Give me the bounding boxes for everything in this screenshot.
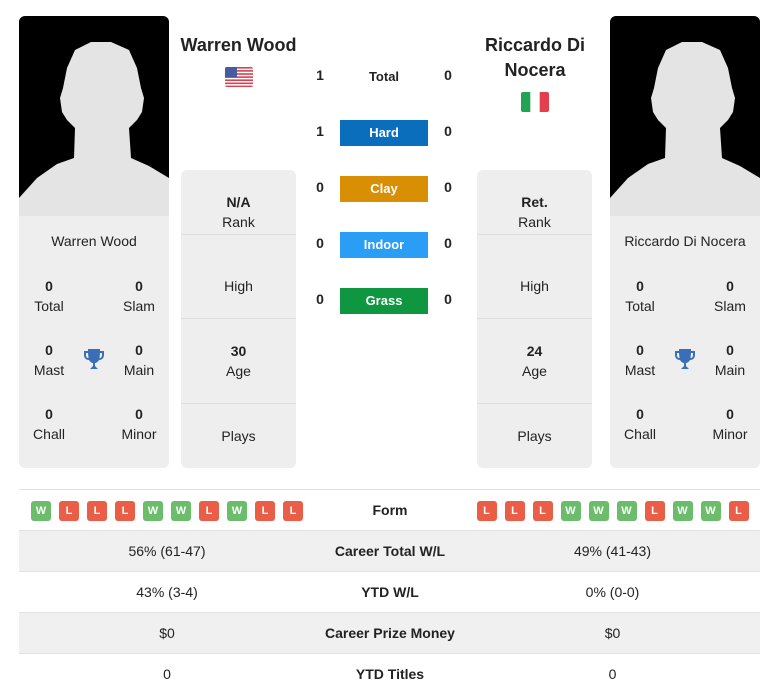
table-row-career-wl: 56% (61-47) Career Total W/L 49% (41-43) <box>19 530 760 571</box>
player1-name-link[interactable]: Warren Wood <box>175 33 302 58</box>
h2h-total-p2: 0 <box>444 67 452 83</box>
prize-money-label: Career Prize Money <box>325 625 455 641</box>
player2-age: 24 Age <box>477 319 592 404</box>
h2h-clay-p2: 0 <box>444 179 452 195</box>
player2-form-badge-win[interactable]: W <box>560 501 581 522</box>
player1-titles-chall: 0 Chall <box>33 406 65 442</box>
player1-prize-money: $0 <box>159 625 175 641</box>
ytd-titles-label: YTD Titles <box>355 666 425 682</box>
player2-form-badge-win[interactable]: W <box>672 501 693 522</box>
player1-form-badge-loss[interactable]: L <box>283 501 303 522</box>
player1-titles-total: 0 Total <box>34 278 64 314</box>
player1-titles-mast: 0 Mast <box>33 342 65 378</box>
player1-rank: N/A Rank <box>181 170 296 235</box>
surface-indoor-badge: Indoor <box>340 232 428 258</box>
player1-plays: Plays <box>221 428 256 444</box>
player2-form-badge-win[interactable]: W <box>616 501 637 522</box>
player2-photo <box>610 16 760 216</box>
player1-form-badge-loss[interactable]: L <box>59 501 79 522</box>
player2-form-badge-loss[interactable]: L <box>728 501 749 522</box>
silhouette-icon <box>610 42 760 216</box>
player2-card: Riccardo Di Nocera 0 Total 0 Slam 0 Mast… <box>610 16 760 468</box>
player2-career-wl: 49% (41-43) <box>573 543 652 559</box>
player2-form-badge-win[interactable]: W <box>588 501 609 522</box>
player2-rank: Ret. Rank <box>477 170 592 235</box>
player2-form-badge-loss[interactable]: L <box>504 501 525 522</box>
h2h-hard-p1: 1 <box>316 123 324 139</box>
player1-card-name: Warren Wood <box>51 233 137 249</box>
player2-form-badge-loss[interactable]: L <box>644 501 665 522</box>
form-row: WLLLWWLWLL Form LLLWWWLWWL <box>19 489 760 530</box>
trophy-icon <box>84 349 104 369</box>
player1-photo <box>19 16 169 216</box>
player1-form-badge-win[interactable]: W <box>143 501 163 522</box>
player1-ytd-titles: 0 <box>163 666 171 682</box>
italy-flag-icon <box>521 92 549 112</box>
player2-titles-minor: 0 Minor <box>712 406 748 442</box>
player2-titles-mast: 0 Mast <box>624 342 656 378</box>
form-label: Form <box>372 502 408 518</box>
table-row-ytd-titles: 0 YTD Titles 0 <box>19 653 760 694</box>
table-row-ytd-wl: 43% (3-4) YTD W/L 0% (0-0) <box>19 571 760 612</box>
player1-form-badge-loss[interactable]: L <box>115 501 135 522</box>
player1-career-wl: 56% (61-47) <box>128 543 206 559</box>
player1-info-panel: N/A Rank High 30 Age Plays <box>181 170 296 468</box>
usa-flag-icon <box>225 67 253 87</box>
trophy-icon <box>675 349 695 369</box>
player2-prize-money: $0 <box>604 625 621 641</box>
h2h-total-label: Total <box>368 69 400 84</box>
player1-titles-minor: 0 Minor <box>121 406 157 442</box>
h2h-grass-p1: 0 <box>316 291 324 307</box>
player2-plays: Plays <box>517 428 552 444</box>
player1-titles-slam: 0 Slam <box>123 278 155 314</box>
player1-form-badge-win[interactable]: W <box>227 501 247 522</box>
player2-name-link[interactable]: Riccardo Di Nocera <box>478 33 592 83</box>
player1-form: WLLLWWLWLL <box>19 490 315 531</box>
player2-ytd-wl: 0% (0-0) <box>585 584 640 600</box>
h2h-hard-p2: 0 <box>444 123 452 139</box>
surface-hard-badge: Hard <box>340 120 428 146</box>
surface-grass-badge: Grass <box>340 288 428 314</box>
player2-form-badge-loss[interactable]: L <box>532 501 553 522</box>
player2-titles-chall: 0 Chall <box>624 406 656 442</box>
player1-form-badge-loss[interactable]: L <box>87 501 107 522</box>
player1-form-badge-loss[interactable]: L <box>255 501 275 522</box>
h2h-grass-p2: 0 <box>444 291 452 307</box>
ytd-wl-label: YTD W/L <box>361 584 419 600</box>
player1-ytd-wl: 43% (3-4) <box>136 584 198 600</box>
table-row-prize-money: $0 Career Prize Money $0 <box>19 612 760 653</box>
player1-age: 30 Age <box>181 319 296 404</box>
player2-titles-total: 0 Total <box>625 278 655 314</box>
h2h-indoor-p1: 0 <box>316 235 324 251</box>
player2-titles-slam: 0 Slam <box>714 278 746 314</box>
player1-high: High <box>181 235 296 319</box>
h2h-clay-p1: 0 <box>316 179 324 195</box>
h2h-indoor-p2: 0 <box>444 235 452 251</box>
surface-clay-badge: Clay <box>340 176 428 202</box>
player1-titles-main: 0 Main <box>123 342 155 378</box>
player2-form: LLLWWWLWWL <box>465 490 760 531</box>
player2-ytd-titles: 0 <box>608 666 617 682</box>
career-wl-label: Career Total W/L <box>334 543 446 559</box>
player2-card-name: Riccardo Di Nocera <box>624 233 746 249</box>
player1-form-badge-loss[interactable]: L <box>199 501 219 522</box>
player1-card: Warren Wood 0 Total 0 Slam 0 Mast 0 Main… <box>19 16 169 468</box>
player2-info-panel: Ret. Rank High 24 Age Plays <box>477 170 592 468</box>
player2-form-badge-loss[interactable]: L <box>476 501 497 522</box>
player2-titles-main: 0 Main <box>714 342 746 378</box>
player1-form-badge-win[interactable]: W <box>171 501 191 522</box>
player1-form-badge-win[interactable]: W <box>31 501 51 522</box>
silhouette-icon <box>19 42 169 216</box>
player2-high: High <box>477 235 592 319</box>
player2-form-badge-win[interactable]: W <box>700 501 721 522</box>
h2h-total-p1: 1 <box>316 67 324 83</box>
